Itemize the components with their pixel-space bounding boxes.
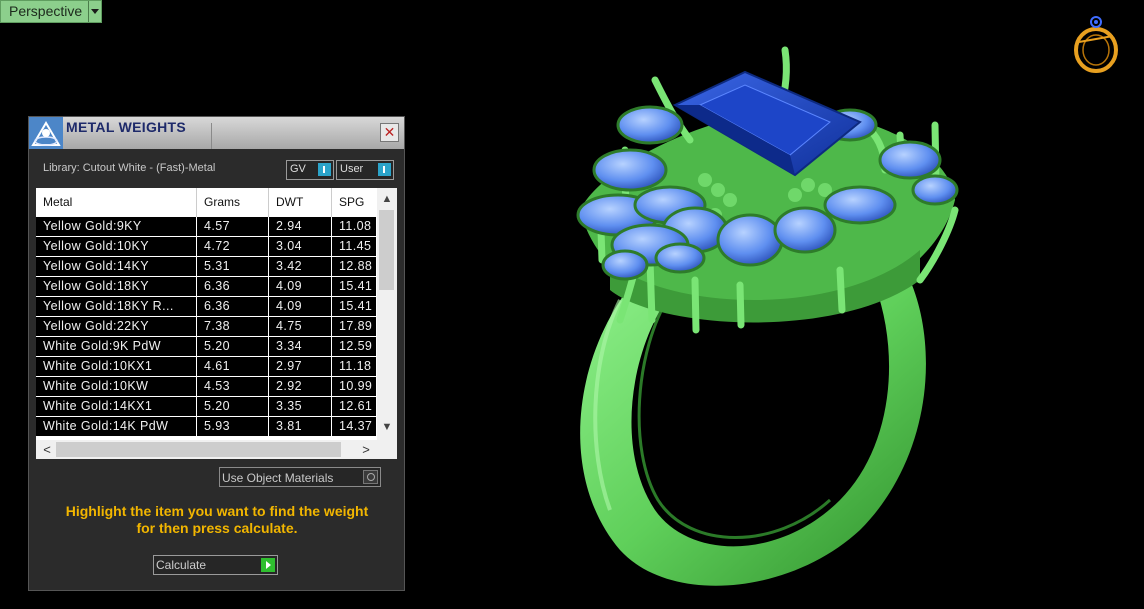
horizontal-scrollbar[interactable]: < >	[36, 440, 397, 459]
gv-toggle[interactable]: GV	[286, 160, 334, 180]
table-row[interactable]: White Gold:14K PdW 5.93 3.81 14.37	[36, 417, 377, 437]
gv-toggle-label: GV	[290, 163, 306, 175]
cell-grams: 4.57	[197, 217, 268, 236]
viewport-label-text: Perspective	[9, 3, 83, 19]
cell-spg: 15.41	[332, 277, 376, 296]
cell-grams: 4.72	[197, 237, 268, 256]
vertical-scroll-thumb[interactable]	[379, 210, 394, 290]
cell-dwt: 3.42	[269, 257, 331, 276]
panel-title: METAL WEIGHTS	[66, 119, 187, 135]
cell-dwt: 4.09	[269, 277, 331, 296]
user-toggle[interactable]: User	[336, 160, 394, 180]
cell-grams: 5.20	[197, 337, 268, 356]
cell-metal: White Gold:14K PdW	[36, 417, 196, 436]
column-header-metal[interactable]: Metal	[36, 188, 197, 217]
scroll-left-icon[interactable]: <	[38, 440, 56, 459]
cell-grams: 4.53	[197, 377, 268, 396]
cell-grams: 5.20	[197, 397, 268, 416]
table-row[interactable]: Yellow Gold:9KY 4.57 2.94 11.08	[36, 217, 377, 237]
viewport-dropdown-icon[interactable]	[88, 1, 102, 22]
horizontal-scroll-thumb[interactable]	[56, 442, 341, 457]
cell-metal: White Gold:10KX1	[36, 357, 196, 376]
cell-dwt: 3.35	[269, 397, 331, 416]
table-row[interactable]: White Gold:10KX1 4.61 2.97 11.18	[36, 357, 377, 377]
cell-spg: 15.41	[332, 297, 376, 316]
cell-dwt: 3.81	[269, 417, 331, 436]
viewport-label[interactable]: Perspective	[0, 0, 103, 23]
cell-spg: 12.88	[332, 257, 376, 276]
cell-spg: 11.18	[332, 357, 376, 376]
table-header: Metal Grams DWT SPG	[36, 188, 377, 217]
cell-spg: 14.37	[332, 417, 376, 436]
cell-dwt: 4.75	[269, 317, 331, 336]
cell-spg: 11.45	[332, 237, 376, 256]
cell-metal: Yellow Gold:14KY	[36, 257, 196, 276]
cell-dwt: 2.97	[269, 357, 331, 376]
scroll-right-icon[interactable]: >	[357, 440, 375, 459]
metal-weights-icon	[29, 117, 63, 149]
radio-icon	[363, 470, 378, 484]
use-object-materials-toggle[interactable]: Use Object Materials	[219, 467, 381, 487]
user-switch-icon	[378, 163, 391, 176]
cell-grams: 4.61	[197, 357, 268, 376]
cell-metal: White Gold:10KW	[36, 377, 196, 396]
column-header-dwt[interactable]: DWT	[269, 188, 332, 217]
vertical-scrollbar[interactable]: ▲ ▼	[377, 188, 397, 440]
cell-metal: Yellow Gold:10KY	[36, 237, 196, 256]
table-row[interactable]: White Gold:14KX1 5.20 3.35 12.61	[36, 397, 377, 417]
use-object-materials-label: Use Object Materials	[222, 471, 334, 485]
cell-dwt: 3.34	[269, 337, 331, 356]
play-icon	[261, 558, 275, 572]
cell-metal: White Gold:14KX1	[36, 397, 196, 416]
cell-dwt: 2.94	[269, 217, 331, 236]
instruction-line-1: Highlight the item you want to find the …	[65, 503, 369, 519]
cell-grams: 7.38	[197, 317, 268, 336]
metal-table: Metal Grams DWT SPG Yellow Gold:9KY 4.57 2…	[36, 188, 397, 459]
panel-title-bar[interactable]: METAL WEIGHTS ✕	[29, 117, 404, 149]
table-row[interactable]: Yellow Gold:22KY 7.38 4.75 17.89	[36, 317, 377, 337]
cell-grams: 6.36	[197, 297, 268, 316]
cell-spg: 11.08	[332, 217, 376, 236]
scroll-up-icon[interactable]: ▲	[377, 190, 397, 208]
metal-weights-panel: METAL WEIGHTS ✕ Library: Cutout White - …	[28, 116, 405, 591]
calculate-button[interactable]: Calculate	[153, 555, 278, 575]
cell-spg: 12.61	[332, 397, 376, 416]
cell-spg: 10.99	[332, 377, 376, 396]
table-row[interactable]: Yellow Gold:10KY 4.72 3.04 11.45	[36, 237, 377, 257]
cell-dwt: 4.09	[269, 297, 331, 316]
column-header-grams[interactable]: Grams	[197, 188, 269, 217]
library-label: Library: Cutout White - (Fast)-Metal	[43, 162, 216, 174]
table-row[interactable]: White Gold:9K PdW 5.20 3.34 12.59	[36, 337, 377, 357]
title-divider	[211, 123, 212, 149]
table-row[interactable]: White Gold:10KW 4.53 2.92 10.99	[36, 377, 377, 397]
table-row[interactable]: Yellow Gold:18KY R... 6.36 4.09 15.41	[36, 297, 377, 317]
cell-grams: 6.36	[197, 277, 268, 296]
ring-icon[interactable]	[1069, 14, 1123, 74]
close-button[interactable]: ✕	[380, 123, 399, 142]
cell-metal: Yellow Gold:18KY R...	[36, 297, 196, 316]
cell-spg: 12.59	[332, 337, 376, 356]
ring-3d-model[interactable]	[540, 30, 980, 600]
cell-metal: Yellow Gold:22KY	[36, 317, 196, 336]
scroll-down-icon[interactable]: ▼	[377, 418, 397, 436]
gv-switch-icon	[318, 163, 331, 176]
cell-grams: 5.31	[197, 257, 268, 276]
table-row[interactable]: Yellow Gold:14KY 5.31 3.42 12.88	[36, 257, 377, 277]
user-toggle-label: User	[340, 163, 364, 175]
cell-spg: 17.89	[332, 317, 376, 336]
cell-dwt: 2.92	[269, 377, 331, 396]
column-header-spg[interactable]: SPG	[332, 188, 377, 217]
cell-metal: White Gold:9K PdW	[36, 337, 196, 356]
ring-band	[580, 280, 926, 586]
instruction-text: Highlight the item you want to find the …	[41, 503, 393, 537]
table-body: Yellow Gold:9KY 4.57 2.94 11.08 Yellow Gold:…	[36, 217, 377, 437]
cell-metal: Yellow Gold:9KY	[36, 217, 196, 236]
table-row[interactable]: Yellow Gold:18KY 6.36 4.09 15.41	[36, 277, 377, 297]
cell-dwt: 3.04	[269, 237, 331, 256]
calculate-label: Calculate	[156, 558, 207, 572]
instruction-line-2: for then press calculate.	[136, 520, 298, 536]
cell-metal: Yellow Gold:18KY	[36, 277, 196, 296]
cell-grams: 5.93	[197, 417, 268, 436]
